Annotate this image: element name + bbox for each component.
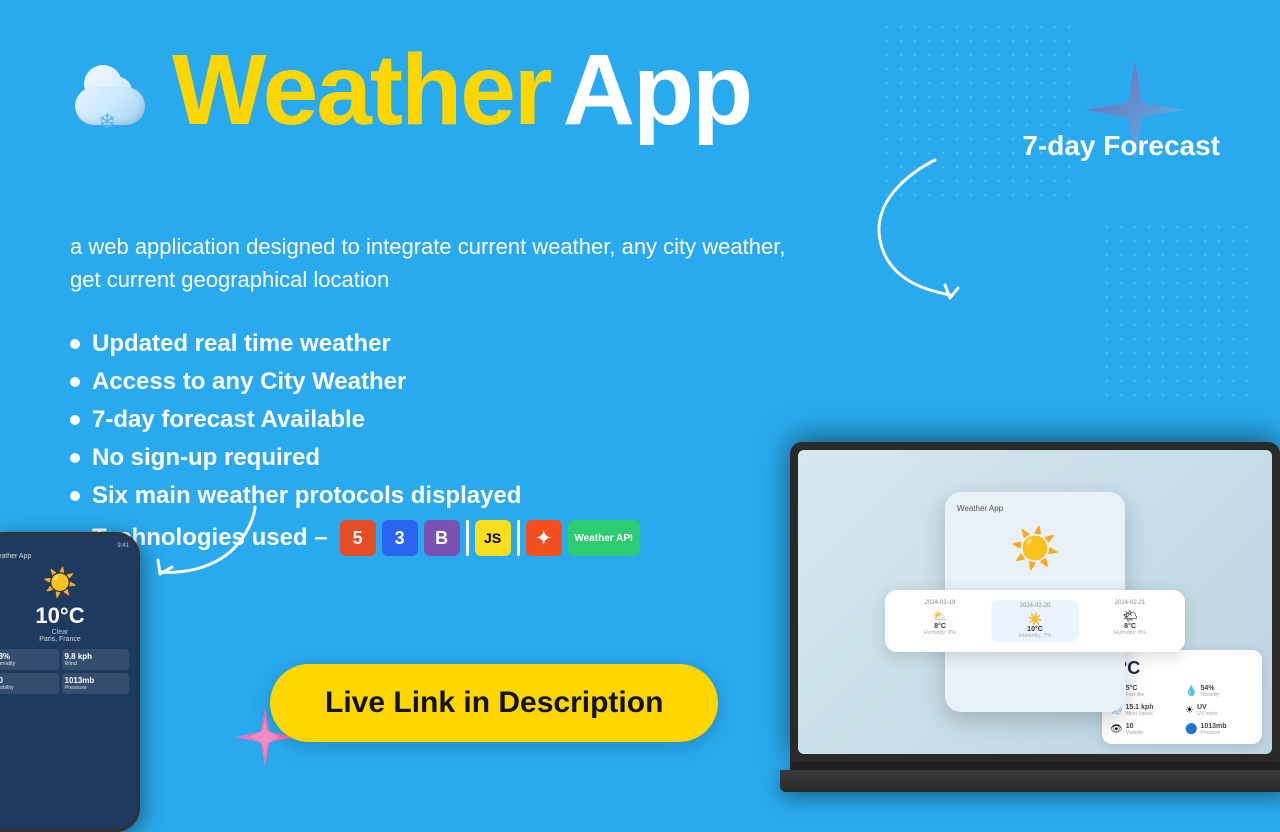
humidity-icon: 💧 [1185, 686, 1197, 697]
uv-icon: ☀ [1185, 705, 1194, 716]
phone-city: Paris, France [0, 636, 129, 643]
forecast-strip: 2024-02-19 ⛅ 8°C Humidity: 8% 2024-02-20… [885, 590, 1185, 652]
fd-date-1: 2024-02-19 [899, 600, 981, 606]
title-app: App [563, 40, 751, 140]
phone-condition: Clear [0, 629, 129, 636]
curly-arrow-phone [140, 492, 270, 592]
fd-hum-2: Humidity: 7% [994, 633, 1076, 639]
feature-2: Access to any City Weather [70, 368, 640, 396]
forecast-label: 7-day Forecast [1022, 130, 1220, 162]
weatherapi-badge: Weather API [568, 520, 640, 556]
detail-uv: ☀ UV UV Index [1185, 704, 1254, 717]
bullet-2 [70, 377, 80, 387]
phone-sun-icon: ☀️ [0, 566, 129, 599]
detail-visibility: 👁 10 Visibility [1110, 723, 1179, 736]
bullet-5 [70, 491, 80, 501]
feature-4: No sign-up required [70, 444, 640, 472]
fd-temp-2: 10°C [994, 626, 1076, 633]
laptop-weather-card: Weather App ☀️ 2024-02-19 ⛅ 8°C Humidity… [945, 492, 1125, 712]
forecast-days: 2024-02-19 ⛅ 8°C Humidity: 8% 2024-02-20… [899, 600, 1171, 642]
dot-grid-mid [1100, 220, 1260, 400]
fd-icon-3: 🌤 [1089, 609, 1171, 623]
laptop-screen-inner: Weather App ☀️ 2024-02-19 ⛅ 8°C Humidity… [798, 450, 1272, 754]
phone-detail-visibility: 10 Visibility [0, 673, 59, 694]
laptop-base [780, 770, 1280, 792]
phone-mockup: 9:41 Weather App ☀️ 10°C Clear Paris, Fr… [0, 532, 140, 832]
detail-humidity: 💧 54% Humidity [1185, 685, 1254, 698]
badge-separator-1 [466, 520, 469, 556]
html5-badge: 5 [340, 520, 376, 556]
pressure-icon: 🔵 [1185, 724, 1197, 735]
phone-screen: 9:41 Weather App ☀️ 10°C Clear Paris, Fr… [0, 535, 137, 829]
laptop-app-ui: Weather App ☀️ 2024-02-19 ⛅ 8°C Humidity… [798, 450, 1272, 754]
title-weather: Weather [172, 40, 551, 140]
laptop-hinge [790, 762, 1280, 770]
background: 7-day Forecast ❄ Weather App a web appli… [0, 0, 1280, 832]
phone-details: 78% Humidity 9.8 kph Wind 10 Visibility … [0, 649, 129, 694]
css3-badge: 3 [382, 520, 418, 556]
phone-detail-wind: 9.8 kph Wind [62, 649, 130, 670]
fd-icon-1: ⛅ [899, 609, 981, 623]
forecast-day-2: 2024-02-20 ☀️ 10°C Humidity: 7% [991, 600, 1079, 642]
detail-grid: 🌡 5°C Feel like 💧 54% Humidit [1110, 685, 1254, 736]
cta-button[interactable]: Live Link in Description [270, 664, 718, 742]
fd-hum-3: Humidity: 8% [1089, 630, 1171, 636]
forecast-day-3: 2024-02-21 🌤 8°C Humidity: 8% [1089, 600, 1171, 642]
header: ❄ Weather App [70, 40, 751, 140]
laptop-details-panel: 8°C 🌡 5°C Feel like 💧 [1102, 650, 1262, 744]
phone-detail-pressure: 1013mb Pressure [62, 673, 130, 694]
bullet-1 [70, 339, 80, 349]
laptop-mockup: Weather App ☀️ 2024-02-19 ⛅ 8°C Humidity… [790, 442, 1280, 832]
phone-detail-humidity: 78% Humidity [0, 649, 59, 670]
forecast-day-1: 2024-02-19 ⛅ 8°C Humidity: 8% [899, 600, 981, 642]
fd-temp-3: 8°C [1089, 623, 1171, 630]
bullet-4 [70, 453, 80, 463]
fd-date-2: 2024-02-20 [994, 603, 1076, 609]
detail-pressure: 🔵 1013mb Pressure [1185, 723, 1254, 736]
feature-1: Updated real time weather [70, 330, 640, 358]
laptop-sun-icon: ☀️ [1010, 525, 1060, 572]
app-icon: ❄ [70, 45, 160, 135]
badge-separator-2 [517, 520, 520, 556]
phone-temperature: 10°C [0, 603, 129, 629]
laptop-screen-outer: Weather App ☀️ 2024-02-19 ⛅ 8°C Humidity… [790, 442, 1280, 762]
fd-temp-1: 8°C [899, 623, 981, 630]
bullet-3 [70, 415, 80, 425]
curly-arrow-right [850, 150, 970, 310]
visibility-icon: 👁 [1110, 724, 1123, 735]
figma-badge: ✦ [526, 520, 562, 556]
app-title: Weather App [172, 40, 751, 140]
bootstrap-badge: B [424, 520, 460, 556]
js-badge: JS [475, 520, 511, 556]
description-text: a web application designed to integrate … [70, 230, 790, 296]
fd-hum-1: Humidity: 8% [899, 630, 981, 636]
fd-icon-2: ☀️ [994, 612, 1076, 626]
feature-3: 7-day forecast Available [70, 406, 640, 434]
laptop-app-name: Weather App [957, 504, 1003, 513]
phone-app-name: Weather App [0, 553, 129, 560]
detail-temp: 8°C [1110, 658, 1254, 679]
fd-date-3: 2024-02-21 [1089, 600, 1171, 606]
phone-status-bar: 9:41 [0, 543, 129, 549]
tech-badges: 5 3 B JS ✦ Weather API [340, 520, 640, 556]
